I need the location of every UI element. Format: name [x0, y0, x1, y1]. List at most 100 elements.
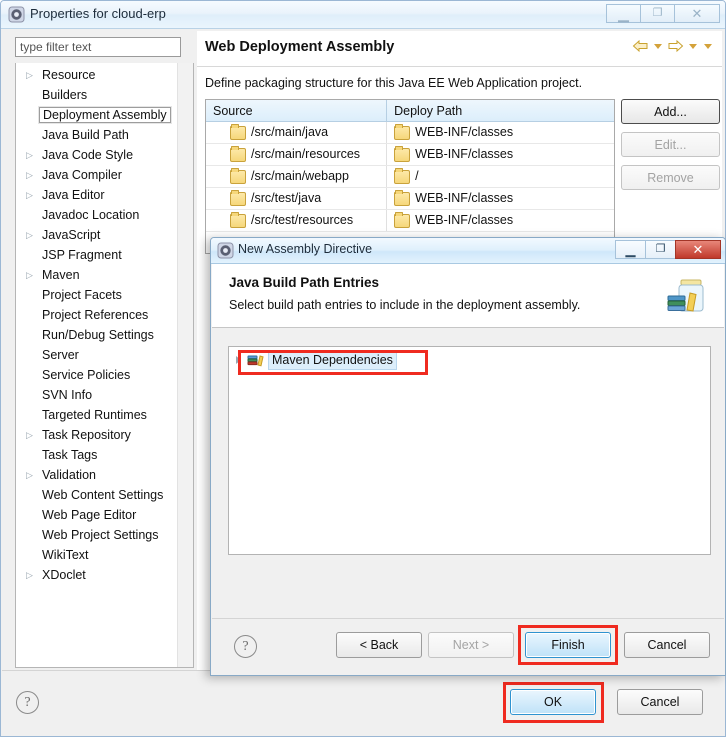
sidebar-item-label: Java Code Style — [42, 148, 134, 162]
expand-chevron-right-icon[interactable]: ▷ — [26, 65, 36, 85]
close-button[interactable]: ✕ — [674, 4, 720, 23]
sidebar-item-label: XDoclet — [42, 568, 86, 582]
sidebar-item-resource[interactable]: ▷ Resource — [16, 65, 193, 85]
maven-dependencies-label: Maven Dependencies — [268, 350, 397, 370]
sidebar-item-java-build-path[interactable]: Java Build Path — [16, 125, 193, 145]
sidebar-item-label: Java Build Path — [42, 128, 129, 142]
sidebar-item-run-debug-settings[interactable]: Run/Debug Settings — [16, 325, 193, 345]
expand-chevron-right-icon[interactable]: ▷ — [26, 145, 36, 165]
page-description: Define packaging structure for this Java… — [205, 76, 583, 90]
cancel-button[interactable]: Cancel — [617, 689, 703, 715]
column-header-source[interactable]: Source — [206, 100, 388, 122]
back-history-chevron-down-icon[interactable] — [654, 44, 662, 49]
sidebar-item-validation[interactable]: ▷ Validation — [16, 465, 193, 485]
folder-icon — [394, 145, 411, 162]
outer-window-buttons: ▁ ❐ ✕ — [606, 4, 720, 24]
view-menu-chevron-down-icon[interactable] — [704, 44, 712, 49]
inner-minimize-button[interactable]: ▁ — [615, 240, 645, 259]
sidebar-item-targeted-runtimes[interactable]: Targeted Runtimes — [16, 405, 193, 425]
sidebar-item-service-policies[interactable]: Service Policies — [16, 365, 193, 385]
folder-icon — [394, 189, 411, 206]
expand-chevron-right-icon[interactable]: ▷ — [26, 185, 36, 205]
inner-window-title: New Assembly Directive — [238, 242, 373, 256]
table-row[interactable]: /src/test/resources WEB-INF/classes — [206, 210, 614, 232]
sidebar-item-project-facets[interactable]: Project Facets — [16, 285, 193, 305]
cell-deploy-path: WEB-INF/classes — [387, 188, 614, 209]
source-path-text: /src/test/java — [251, 191, 322, 205]
table-body: /src/main/java WEB-INF/classes/src/main/r… — [206, 122, 614, 232]
expand-chevron-right-icon[interactable] — [236, 356, 241, 364]
expand-chevron-right-icon[interactable]: ▷ — [26, 465, 36, 485]
settings-tree-items: ▷ Resource Builders Deployment Assembly Java… — [16, 63, 193, 585]
new-assembly-directive-dialog: New Assembly Directive ▁ ❐ ✕ Java Build … — [210, 237, 726, 676]
table-row[interactable]: /src/main/java WEB-INF/classes — [206, 122, 614, 144]
sidebar-item-web-page-editor[interactable]: Web Page Editor — [16, 505, 193, 525]
deploy-path-text: WEB-INF/classes — [415, 147, 514, 161]
expand-chevron-right-icon[interactable]: ▷ — [26, 425, 36, 445]
cancel-button-wizard[interactable]: Cancel — [624, 632, 710, 658]
sidebar-item-label: Builders — [42, 88, 88, 102]
column-header-deploy-path[interactable]: Deploy Path — [387, 100, 614, 122]
sidebar-item-label: Web Content Settings — [42, 488, 164, 502]
minimize-button[interactable]: ▁ — [606, 4, 640, 23]
sidebar-item-task-repository[interactable]: ▷ Task Repository — [16, 425, 193, 445]
expand-chevron-right-icon[interactable]: ▷ — [26, 265, 36, 285]
remove-button: Remove — [621, 165, 720, 190]
expand-chevron-right-icon[interactable]: ▷ — [26, 225, 36, 245]
sidebar-item-javadoc-location[interactable]: Javadoc Location — [16, 205, 193, 225]
sidebar-item-web-project-settings[interactable]: Web Project Settings — [16, 525, 193, 545]
sidebar-item-label: Java Editor — [42, 188, 105, 202]
cell-deploy-path: / — [387, 166, 614, 187]
table-row[interactable]: /src/main/webapp / — [206, 166, 614, 188]
settings-tree[interactable]: ▷ Resource Builders Deployment Assembly Java… — [15, 63, 194, 668]
forward-arrow-icon[interactable] — [667, 39, 684, 54]
sidebar-item-label: Project Facets — [42, 288, 122, 302]
folder-icon — [230, 189, 246, 206]
folder-icon — [230, 145, 246, 162]
tree-item-maven-dependencies[interactable]: Maven Dependencies — [236, 350, 710, 370]
source-path-text: /src/main/webapp — [251, 169, 349, 183]
wizard-help-icon[interactable]: ? — [234, 635, 257, 658]
sidebar-item-java-compiler[interactable]: ▷ Java Compiler — [16, 165, 193, 185]
outer-titlebar: Properties for cloud-erp ▁ ❐ ✕ — [1, 1, 725, 29]
inner-close-button[interactable]: ✕ — [675, 240, 721, 259]
sidebar-item-svn-info[interactable]: SVN Info — [16, 385, 193, 405]
sidebar-item-java-editor[interactable]: ▷ Java Editor — [16, 185, 193, 205]
assembly-table[interactable]: Source Deploy Path /src/main/java WEB-INF… — [205, 99, 615, 254]
sidebar-item-javascript[interactable]: ▷ JavaScript — [16, 225, 193, 245]
sidebar-item-label: Web Page Editor — [42, 508, 137, 522]
expand-chevron-right-icon[interactable]: ▷ — [26, 565, 36, 585]
back-arrow-icon[interactable] — [632, 39, 649, 54]
inner-maximize-button[interactable]: ❐ — [645, 240, 675, 259]
sidebar-scrollbar[interactable] — [177, 63, 193, 667]
sidebar-item-task-tags[interactable]: Task Tags — [16, 445, 193, 465]
sidebar-item-server[interactable]: Server — [16, 345, 193, 365]
sidebar-item-java-code-style[interactable]: ▷ Java Code Style — [16, 145, 193, 165]
filter-input[interactable] — [15, 37, 181, 57]
expand-chevron-right-icon[interactable]: ▷ — [26, 165, 36, 185]
back-button[interactable]: < Back — [336, 632, 422, 658]
folder-icon — [394, 123, 411, 140]
sidebar-item-deployment-assembly[interactable]: Deployment Assembly — [16, 105, 193, 125]
sidebar-item-builders[interactable]: Builders — [16, 85, 193, 105]
maximize-button[interactable]: ❐ — [640, 4, 674, 23]
folder-icon — [394, 211, 411, 228]
edit-button: Edit... — [621, 132, 720, 157]
table-row[interactable]: /src/test/java WEB-INF/classes — [206, 188, 614, 210]
table-row[interactable]: /src/main/resources WEB-INF/classes — [206, 144, 614, 166]
sidebar-item-wikitext[interactable]: WikiText — [16, 545, 193, 565]
sidebar-item-label: Maven — [42, 268, 80, 282]
cell-deploy-path: WEB-INF/classes — [387, 122, 614, 143]
sidebar-item-maven[interactable]: ▷ Maven — [16, 265, 193, 285]
sidebar-item-xdoclet[interactable]: ▷ XDoclet — [16, 565, 193, 585]
finish-button[interactable]: Finish — [525, 632, 611, 658]
sidebar-item-web-content-settings[interactable]: Web Content Settings — [16, 485, 193, 505]
add-button[interactable]: Add... — [621, 99, 720, 124]
help-icon[interactable]: ? — [16, 691, 39, 714]
sidebar-item-jsp-fragment[interactable]: JSP Fragment — [16, 245, 193, 265]
ok-button[interactable]: OK — [510, 689, 596, 715]
deploy-path-text: WEB-INF/classes — [415, 125, 514, 139]
sidebar-item-project-references[interactable]: Project References — [16, 305, 193, 325]
forward-history-chevron-down-icon[interactable] — [689, 44, 697, 49]
build-path-entries-tree[interactable]: Maven Dependencies — [228, 346, 711, 555]
